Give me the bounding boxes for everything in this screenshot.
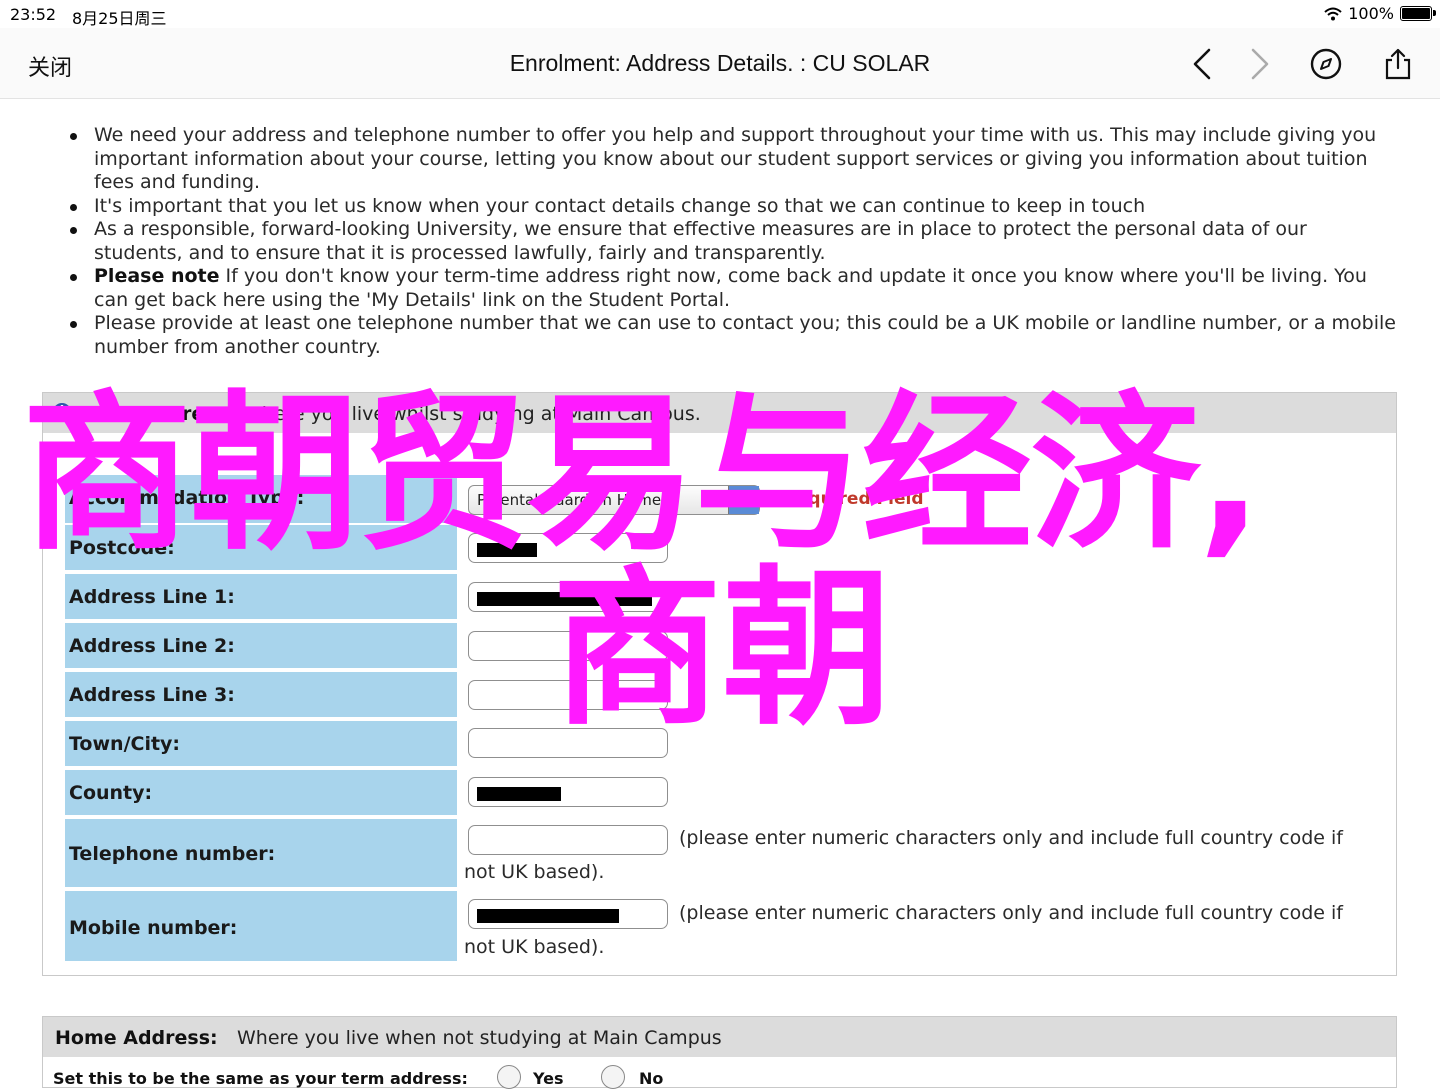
same-as-term-label: Set this to be the same as your term add… — [53, 1069, 468, 1088]
nav-bar: 关闭 Enrolment: Address Details. : CU SOLA… — [0, 28, 1440, 99]
county-label: County: — [69, 782, 153, 804]
county-input[interactable] — [468, 777, 668, 807]
same-no-radio[interactable] — [601, 1065, 625, 1089]
address-line2-label: Address Line 2: — [69, 635, 235, 657]
address-line1-label: Address Line 1: — [69, 586, 235, 608]
share-button[interactable] — [1378, 44, 1418, 84]
form-row-mobile: Mobile number: — [65, 891, 457, 965]
address-line3-label: Address Line 3: — [69, 684, 235, 706]
compass-icon — [1310, 48, 1342, 80]
status-date: 8月25日周三 — [72, 9, 167, 28]
list-item: Please note If you don't know your term-… — [60, 265, 1400, 312]
battery-percent: 100% — [1348, 4, 1394, 23]
watermark-text-line1: 商朝贸易与经济, — [22, 376, 1263, 574]
intro-list: We need your address and telephone numbe… — [60, 124, 1400, 359]
mobile-hint-cont: not UK based). — [464, 936, 605, 958]
town-label: Town/City: — [69, 733, 181, 755]
bullet-icon — [70, 227, 77, 234]
please-note-label: Please note — [94, 265, 220, 287]
status-time: 23:52 — [10, 5, 57, 24]
share-icon — [1385, 48, 1411, 80]
watermark-text-line2: 商朝 — [552, 551, 893, 749]
list-item: As a responsible, forward-looking Univer… — [60, 218, 1400, 265]
bullet-icon — [70, 321, 77, 328]
form-row-telephone: Telephone number: — [65, 819, 457, 891]
wifi-icon — [1324, 7, 1342, 20]
list-item: It's important that you let us know when… — [60, 195, 1400, 219]
form-row-town: Town/City: — [65, 721, 457, 770]
telephone-hint: (please enter numeric characters only an… — [679, 827, 1343, 849]
form-row-line2: Address Line 2: — [65, 623, 457, 672]
form-row-line1: Address Line 1: — [65, 574, 457, 623]
telephone-label: Telephone number: — [69, 843, 276, 865]
telephone-input[interactable] — [468, 825, 668, 855]
mobile-label: Mobile number: — [69, 917, 238, 939]
same-yes-label: Yes — [533, 1069, 564, 1088]
bullet-icon — [70, 133, 77, 140]
back-button[interactable] — [1182, 44, 1222, 84]
list-item: Please provide at least one telephone nu… — [60, 312, 1400, 359]
chevron-left-icon — [1193, 48, 1211, 80]
form-row-county: County: — [65, 770, 457, 819]
same-yes-radio[interactable] — [497, 1065, 521, 1089]
mobile-hint: (please enter numeric characters only an… — [679, 902, 1343, 924]
status-bar: 23:52 8月25日周三 100% — [0, 0, 1440, 28]
form-row-line3: Address Line 3: — [65, 672, 457, 721]
bullet-icon — [70, 203, 77, 211]
home-address-desc: Where you live when not studying at Main… — [237, 1027, 722, 1049]
home-address-header: Home Address: Where you live when not st… — [43, 1017, 1396, 1057]
list-item: We need your address and telephone numbe… — [60, 124, 1400, 195]
home-address-panel: Home Address: Where you live when not st… — [42, 1016, 1397, 1089]
page-title: Enrolment: Address Details. : CU SOLAR — [509, 50, 931, 76]
chevron-right-icon — [1251, 48, 1269, 80]
mobile-input[interactable] — [468, 899, 668, 929]
battery-icon — [1400, 6, 1436, 21]
same-no-label: No — [639, 1069, 664, 1088]
safari-button[interactable] — [1306, 44, 1346, 84]
forward-button[interactable] — [1240, 44, 1280, 84]
telephone-hint-cont: not UK based). — [464, 861, 605, 883]
status-right: 100% — [1324, 4, 1436, 23]
home-address-label: Home Address: — [55, 1027, 218, 1049]
bullet-icon — [70, 274, 77, 281]
